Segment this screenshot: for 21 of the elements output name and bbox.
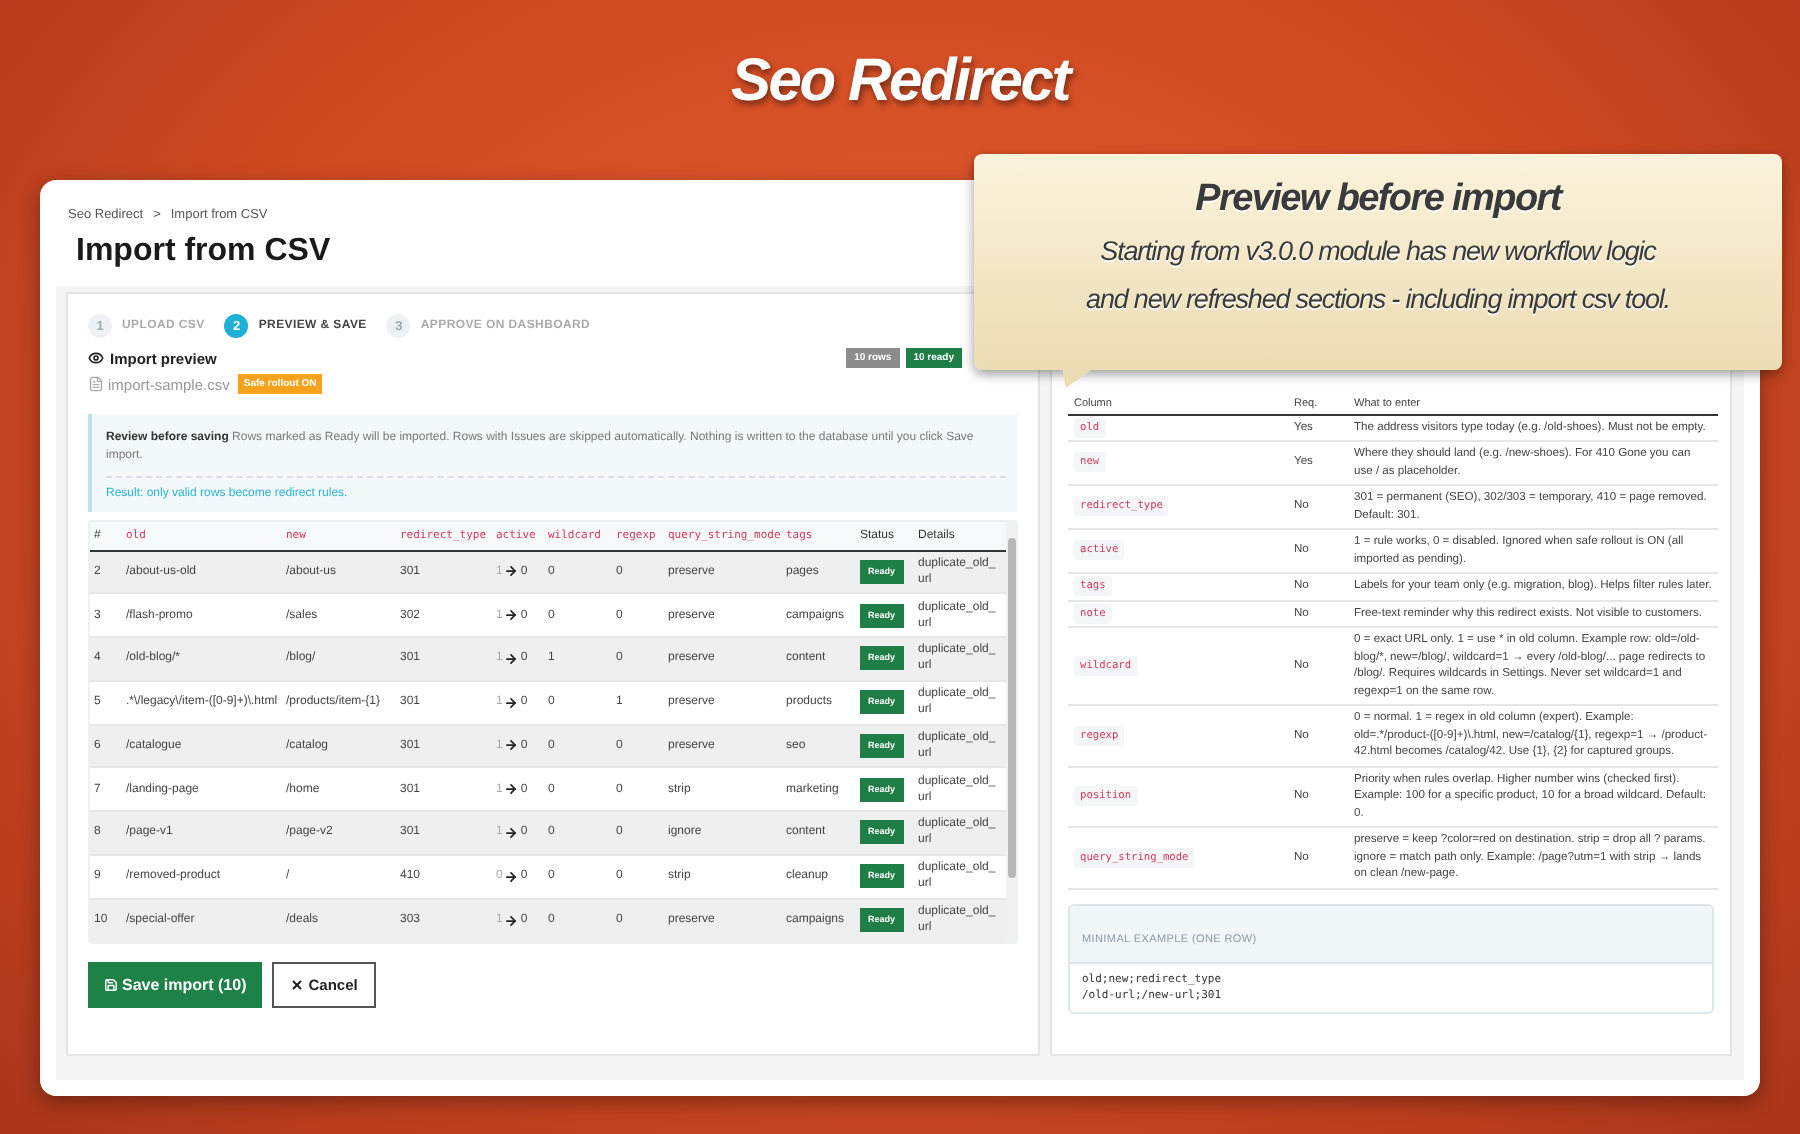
callout-pointer — [1062, 368, 1094, 388]
arrow-icon — [504, 738, 519, 753]
file-icon — [88, 376, 104, 392]
save-icon — [104, 978, 118, 992]
callout-title: Preview before import — [1195, 178, 1561, 222]
arrow-icon — [504, 782, 519, 797]
page-title: Import from CSV — [76, 234, 331, 272]
arrow-icon — [504, 825, 519, 840]
callout-text: and new refreshed sections - including import csv tool. — [1086, 282, 1670, 318]
eye-icon — [88, 350, 104, 366]
arrow-icon — [504, 869, 519, 884]
arrow-icon — [504, 608, 519, 623]
save-button[interactable]: Save import (10) — [88, 962, 263, 1008]
close-icon — [290, 978, 305, 992]
callout-text: Starting from v3.0.0 module has new workflow logic — [1100, 234, 1656, 270]
scrollbar[interactable] — [1006, 522, 1016, 942]
hero-title: Seo Redirect — [731, 48, 1069, 116]
arrow-icon — [504, 695, 519, 710]
arrow-icon — [504, 564, 519, 579]
arrow-icon — [504, 913, 519, 928]
arrow-icon — [504, 651, 519, 666]
